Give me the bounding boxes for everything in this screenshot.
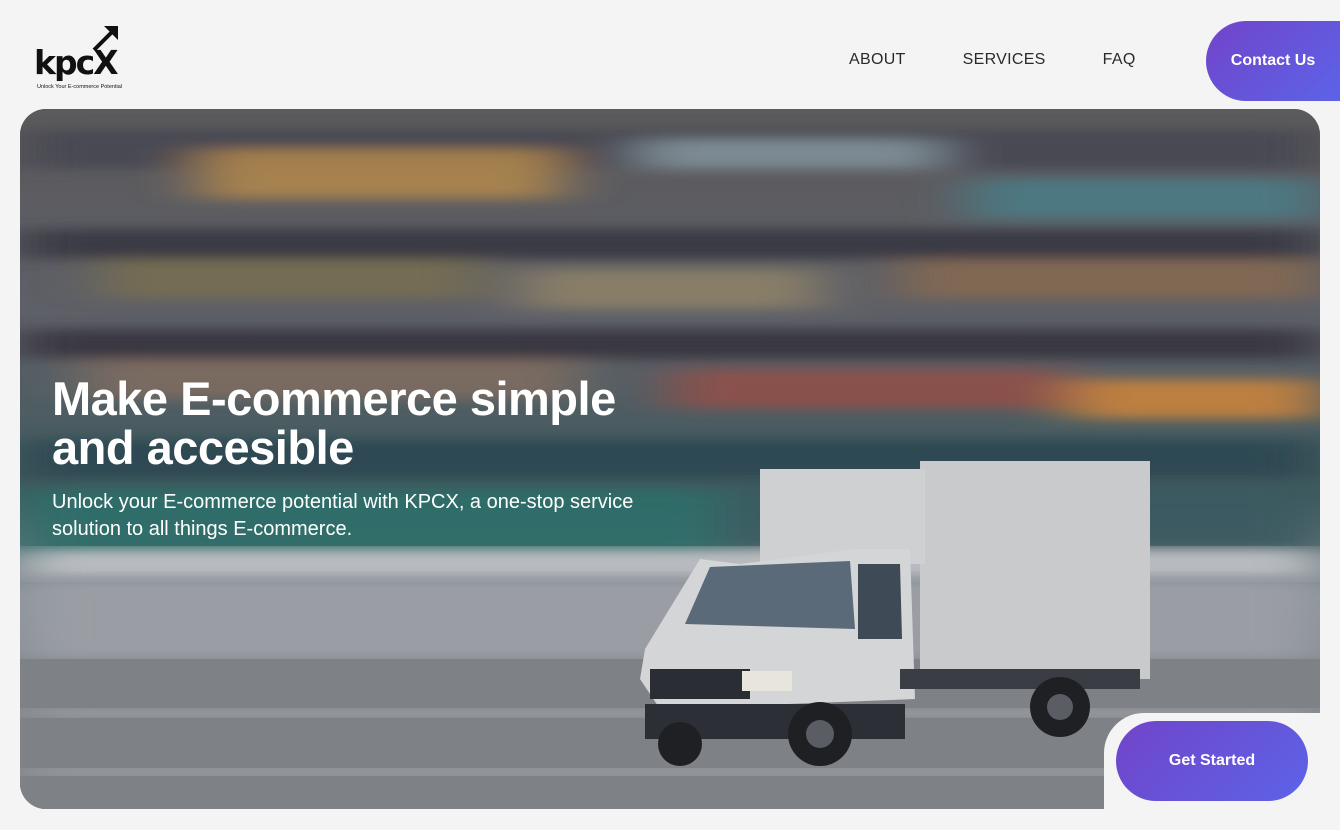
contact-us-button[interactable]: Contact Us	[1206, 21, 1340, 101]
hero-title: Make E-commerce simple and accesible	[52, 372, 616, 474]
nav-services[interactable]: SERVICES	[963, 51, 1046, 69]
hero-section: Make E-commerce simple and accesible Unl…	[20, 109, 1320, 809]
nav-about[interactable]: ABOUT	[849, 51, 906, 69]
nav-faq[interactable]: FAQ	[1103, 51, 1136, 69]
arrow-up-right-icon	[92, 26, 118, 52]
get-started-button[interactable]: Get Started	[1116, 721, 1308, 801]
main-nav: ABOUT SERVICES FAQ	[849, 51, 1193, 69]
page: kpcX Unlock Your E-commerce Potential AB…	[0, 0, 1340, 830]
hero-subtitle: Unlock your E-commerce potential with KP…	[52, 491, 634, 540]
logo[interactable]: kpcX Unlock Your E-commerce Potential	[34, 24, 134, 96]
logo-tagline: Unlock Your E-commerce Potential	[37, 84, 122, 90]
